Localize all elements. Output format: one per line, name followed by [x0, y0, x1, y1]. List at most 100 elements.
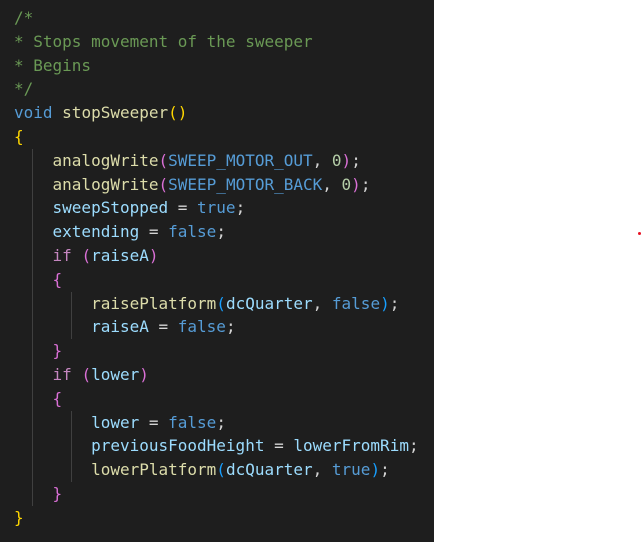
code-token: lower	[91, 364, 140, 384]
code-line: raisePlatform(dcQuarter, false);	[14, 291, 419, 316]
code-token: dcQuarter	[225, 460, 313, 480]
code-token: ,	[312, 460, 332, 480]
code-token: stopSweeper	[62, 103, 169, 123]
code-line: sweepStopped = true;	[14, 196, 419, 221]
code-token: true	[331, 460, 371, 480]
code-line: lower = false;	[14, 410, 419, 435]
code-token: raiseA	[91, 317, 149, 337]
code-token: ()	[168, 103, 188, 123]
code-token: )	[139, 364, 149, 384]
code-token: )	[148, 245, 159, 265]
code-token: 0	[341, 174, 352, 194]
code-token: SWEEP_MOTOR_BACK	[168, 174, 323, 194]
code-token: false	[168, 412, 217, 432]
indent-guide	[71, 458, 72, 482]
indent-guide	[32, 362, 33, 387]
code-token: * Begins	[14, 55, 92, 75]
code-token: ;	[380, 460, 390, 480]
code-token: lower	[91, 412, 140, 432]
code-token: )	[380, 293, 390, 313]
code-token: */	[14, 79, 34, 99]
indent-guide	[32, 291, 33, 316]
code-line: }	[14, 481, 419, 506]
code-token: )	[351, 174, 361, 194]
code-line: */	[14, 77, 419, 101]
code-token: false	[177, 317, 226, 337]
code-token: 0	[331, 150, 342, 170]
code-token: dcQuarter	[225, 293, 313, 313]
code-token: false	[168, 222, 217, 242]
code-token: ;	[216, 412, 226, 432]
code-line: {	[14, 267, 419, 292]
code-token: )	[341, 150, 352, 170]
code-token: =	[139, 222, 169, 242]
code-token: ,	[312, 293, 332, 313]
code-token: raiseA	[91, 245, 149, 265]
code-token: =	[264, 436, 294, 456]
code-token: raisePlatform	[91, 293, 217, 313]
code-token: (	[81, 245, 92, 265]
code-token: (	[81, 364, 92, 384]
code-line: extending = false;	[14, 220, 419, 244]
indent-guide	[71, 291, 72, 316]
indent-guide	[32, 267, 33, 292]
code-token: sweepStopped	[52, 198, 169, 218]
code-line: * Begins	[14, 54, 419, 78]
code-token: if	[52, 245, 72, 265]
indent-guide	[32, 220, 33, 244]
code-token: }	[52, 483, 63, 503]
indent-guide	[32, 243, 33, 268]
code-token: =	[168, 198, 198, 218]
code-token: analogWrite	[52, 174, 159, 194]
red-marker-dot	[638, 232, 641, 235]
indent-guide	[32, 386, 33, 411]
code-line: raiseA = false;	[14, 315, 419, 340]
code-token: /*	[14, 8, 34, 27]
code-token: if	[52, 364, 72, 384]
code-token: ;	[408, 436, 419, 456]
code-token: }	[52, 341, 63, 361]
code-token: }	[14, 507, 24, 527]
code-token: extending	[52, 222, 140, 242]
code-editor[interactable]: /* * Stops movement of the sweeper * Begin…	[0, 0, 434, 542]
code-token: previousFoodHeight	[91, 436, 265, 456]
code-line: }	[14, 506, 419, 530]
code-token: void	[14, 103, 53, 123]
code-line: analogWrite(SWEEP_MOTOR_BACK, 0);	[14, 172, 419, 197]
indent-guide	[32, 196, 33, 221]
code-line: analogWrite(SWEEP_MOTOR_OUT, 0);	[14, 148, 419, 173]
code-token: {	[52, 388, 63, 408]
code-token: =	[139, 412, 169, 432]
screenshot-page: /* * Stops movement of the sweeper * Begin…	[0, 0, 644, 542]
code-token: ;	[389, 293, 400, 313]
code-token: analogWrite	[52, 150, 159, 170]
code-token: ;	[351, 150, 361, 170]
indent-guide	[32, 434, 33, 459]
indent-guide	[32, 458, 33, 482]
code-line: if (raiseA)	[14, 243, 419, 268]
code-token: =	[148, 317, 178, 337]
indent-guide	[71, 434, 72, 459]
code-token: ;	[216, 222, 226, 242]
code-line: if (lower)	[14, 362, 419, 387]
code-block[interactable]: /* * Stops movement of the sweeper * Begin…	[14, 6, 419, 530]
code-line: * Stops movement of the sweeper	[14, 30, 419, 54]
code-line: {	[14, 386, 419, 411]
indent-guide	[32, 148, 33, 173]
code-token: {	[14, 126, 24, 146]
code-token: ;	[225, 317, 236, 337]
code-token: ;	[235, 198, 246, 218]
indent-guide	[32, 172, 33, 197]
indent-guide	[71, 315, 72, 340]
code-line: lowerPlatform(dcQuarter, true);	[14, 458, 419, 482]
